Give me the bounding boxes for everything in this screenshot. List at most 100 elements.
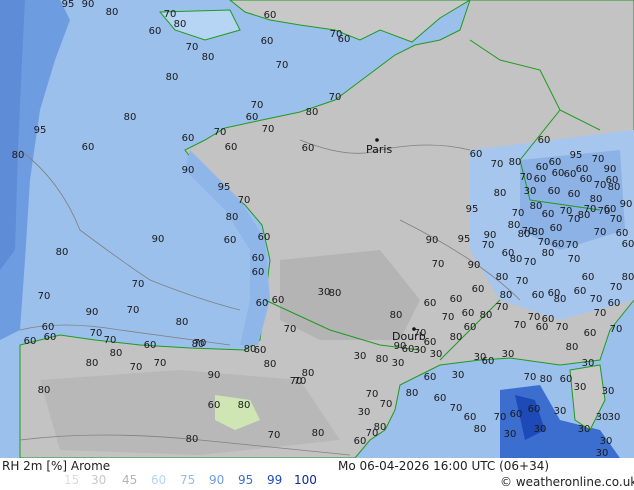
contour-label: 60	[354, 436, 367, 447]
contour-label: 30	[452, 370, 465, 381]
contour-label: 80	[554, 294, 567, 305]
contour-label: 70	[130, 362, 143, 373]
contour-label: 60	[424, 372, 437, 383]
contour-label: 60	[264, 10, 277, 21]
contour-label: 70	[90, 328, 103, 339]
contour-label: 30	[354, 351, 367, 362]
contour-label: 95	[34, 125, 47, 136]
contour-label: 80	[494, 188, 507, 199]
contour-label: 30	[534, 424, 547, 435]
contour-label: 60	[548, 186, 561, 197]
contour-label: 80	[238, 400, 251, 411]
contour-label: 70	[598, 206, 611, 217]
contour-label: 60	[24, 336, 37, 347]
contour-label: 60	[462, 308, 475, 319]
contour-label: 70	[594, 308, 607, 319]
contour-label: 80	[306, 107, 319, 118]
contour-label: 30	[596, 412, 609, 423]
scale-label-30: 30	[91, 473, 107, 487]
contour-label: 80	[390, 310, 403, 321]
contour-label: 30	[578, 424, 591, 435]
contour-label: 30	[554, 406, 567, 417]
contour-label: 60	[574, 286, 587, 297]
contour-label: 70	[516, 276, 529, 287]
contour-label: 95	[570, 150, 583, 161]
contour-label: 60	[608, 298, 621, 309]
scale-label-95: 95	[238, 473, 254, 487]
contour-label: 80	[376, 354, 389, 365]
contour-label: 70	[590, 294, 603, 305]
contour-label: 80	[176, 317, 189, 328]
contour-label: 60	[536, 322, 549, 333]
contour-label: 70	[284, 324, 297, 335]
contour-label: 80	[264, 359, 277, 370]
scale-label-60: 60	[151, 473, 167, 487]
contour-label: 60	[472, 284, 485, 295]
contour-label: 80	[496, 272, 509, 283]
contour-label: 60	[272, 295, 285, 306]
contour-label: 70	[127, 305, 140, 316]
contour-label: 70	[186, 42, 199, 53]
contour-label: 95	[458, 234, 471, 245]
contour-label: 80	[566, 342, 579, 353]
scale-label-90: 90	[209, 473, 225, 487]
contour-label: 60	[538, 135, 551, 146]
contour-label: 80	[186, 434, 199, 445]
contour-label: 80	[480, 310, 493, 321]
contour-label: 80	[192, 339, 205, 350]
contour-label: 60	[254, 345, 267, 356]
contour-label: 90	[86, 307, 99, 318]
contour-label: 30	[502, 349, 515, 360]
contour-label: 70	[594, 180, 607, 191]
contour-label: 60	[424, 337, 437, 348]
contour-label: 60	[450, 294, 463, 305]
contour-label: 60	[622, 239, 634, 250]
contour-label: 80	[450, 332, 463, 343]
contour-label: 70	[262, 124, 275, 135]
contour-label: 60	[424, 298, 437, 309]
scale-label-45: 45	[122, 473, 138, 487]
contour-label: 30	[600, 436, 613, 447]
contour-label: 70	[154, 358, 167, 369]
contour-label: 70	[594, 227, 607, 238]
contour-label: 60	[528, 404, 541, 415]
contour-label: 60	[261, 36, 274, 47]
contour-label: 80	[38, 385, 51, 396]
contour-label: 70	[290, 376, 303, 387]
contour-label: 90	[426, 235, 439, 246]
city-label-paris: Paris	[366, 143, 392, 156]
contour-label: 80	[106, 7, 119, 18]
contour-label: 60	[536, 162, 549, 173]
contour-label: 80	[474, 424, 487, 435]
contour-label: 70	[566, 240, 579, 251]
contour-label: 70	[276, 60, 289, 71]
scale-label-75: 75	[180, 473, 196, 487]
contour-label: 80	[124, 112, 137, 123]
contour-label: 30	[582, 358, 595, 369]
contour-label: 70	[538, 237, 551, 248]
contour-label: 80	[540, 374, 553, 385]
contour-label: 80	[578, 210, 591, 221]
contour-label: 70	[214, 127, 227, 138]
contour-label: 70	[251, 100, 264, 111]
contour-label: 60	[144, 340, 157, 351]
contour-label: 70	[104, 335, 117, 346]
contour-label: 70	[520, 172, 533, 183]
scale-label-100: 100	[294, 473, 317, 487]
contour-label: 70	[560, 206, 573, 217]
valid-time: Mo 06-04-2026 16:00 UTC (06+34)	[338, 459, 550, 473]
contour-label: 60	[532, 290, 545, 301]
contour-label: 60	[252, 253, 265, 264]
contour-label: 70	[610, 214, 623, 225]
contour-label: 60	[402, 344, 415, 355]
contour-label: 70	[494, 412, 507, 423]
credit-link[interactable]: © weatheronline.co.uk	[500, 475, 634, 489]
contour-label: 60	[246, 112, 259, 123]
contour-label: 60	[552, 168, 565, 179]
contour-label: 30	[574, 382, 587, 393]
contour-label: 95	[466, 204, 479, 215]
contour-label: 80	[312, 428, 325, 439]
contour-label: 80	[12, 150, 25, 161]
contour-label: 70	[38, 291, 51, 302]
contour-label: 80	[110, 348, 123, 359]
